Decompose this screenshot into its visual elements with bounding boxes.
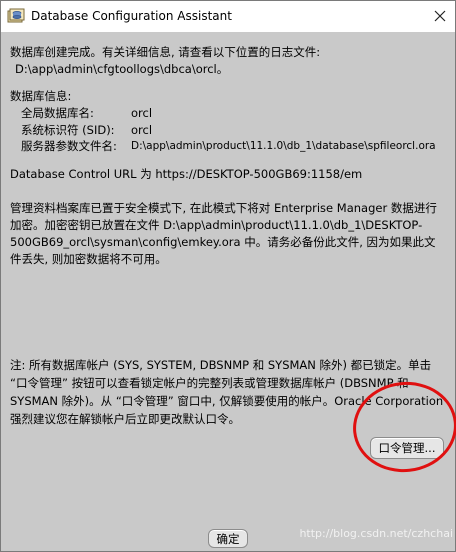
completion-message: 数据库创建完成。有关详细信息, 请查看以下位置的日志文件: (10, 45, 321, 59)
control-url: Database Control URL 为 https://DESKTOP-5… (10, 167, 363, 181)
password-management-button[interactable]: 口令管理... (370, 437, 444, 459)
database-app-icon (7, 8, 25, 24)
dialog-content: 数据库创建完成。有关详细信息, 请查看以下位置的日志文件: D:\app\adm… (1, 32, 455, 551)
note-paragraph: 注: 所有数据库帐户 (SYS, SYSTEM, DBSNMP 和 SYSMAN… (10, 358, 444, 426)
global-db-name-label: 全局数据库名: (21, 106, 94, 120)
sid-label: 系统标识符 (SID): (21, 123, 115, 137)
log-path: D:\app\admin\cfgtoollogs\dbca\orcl。 (15, 62, 229, 76)
window-title: Database Configuration Assistant (31, 9, 232, 23)
db-info-heading: 数据库信息: (10, 89, 72, 103)
sid-value: orcl (131, 123, 153, 137)
global-db-name-value: orcl (131, 106, 153, 120)
security-paragraph: 管理资料档案库已置于安全模式下, 在此模式下将对 Enterprise Mana… (10, 201, 437, 266)
dbca-window: Database Configuration Assistant 数据库创建完成… (0, 0, 456, 552)
spfile-label: 服务器参数文件名: (21, 139, 117, 153)
close-icon[interactable] (425, 2, 455, 30)
spfile-value: D:\app\admin\product\11.1.0\db_1\databas… (131, 140, 436, 152)
title-bar[interactable]: Database Configuration Assistant (1, 1, 455, 32)
ok-button[interactable]: 确定 (208, 529, 248, 548)
watermark: http://blog.csdn.net/czhchai (299, 527, 453, 540)
